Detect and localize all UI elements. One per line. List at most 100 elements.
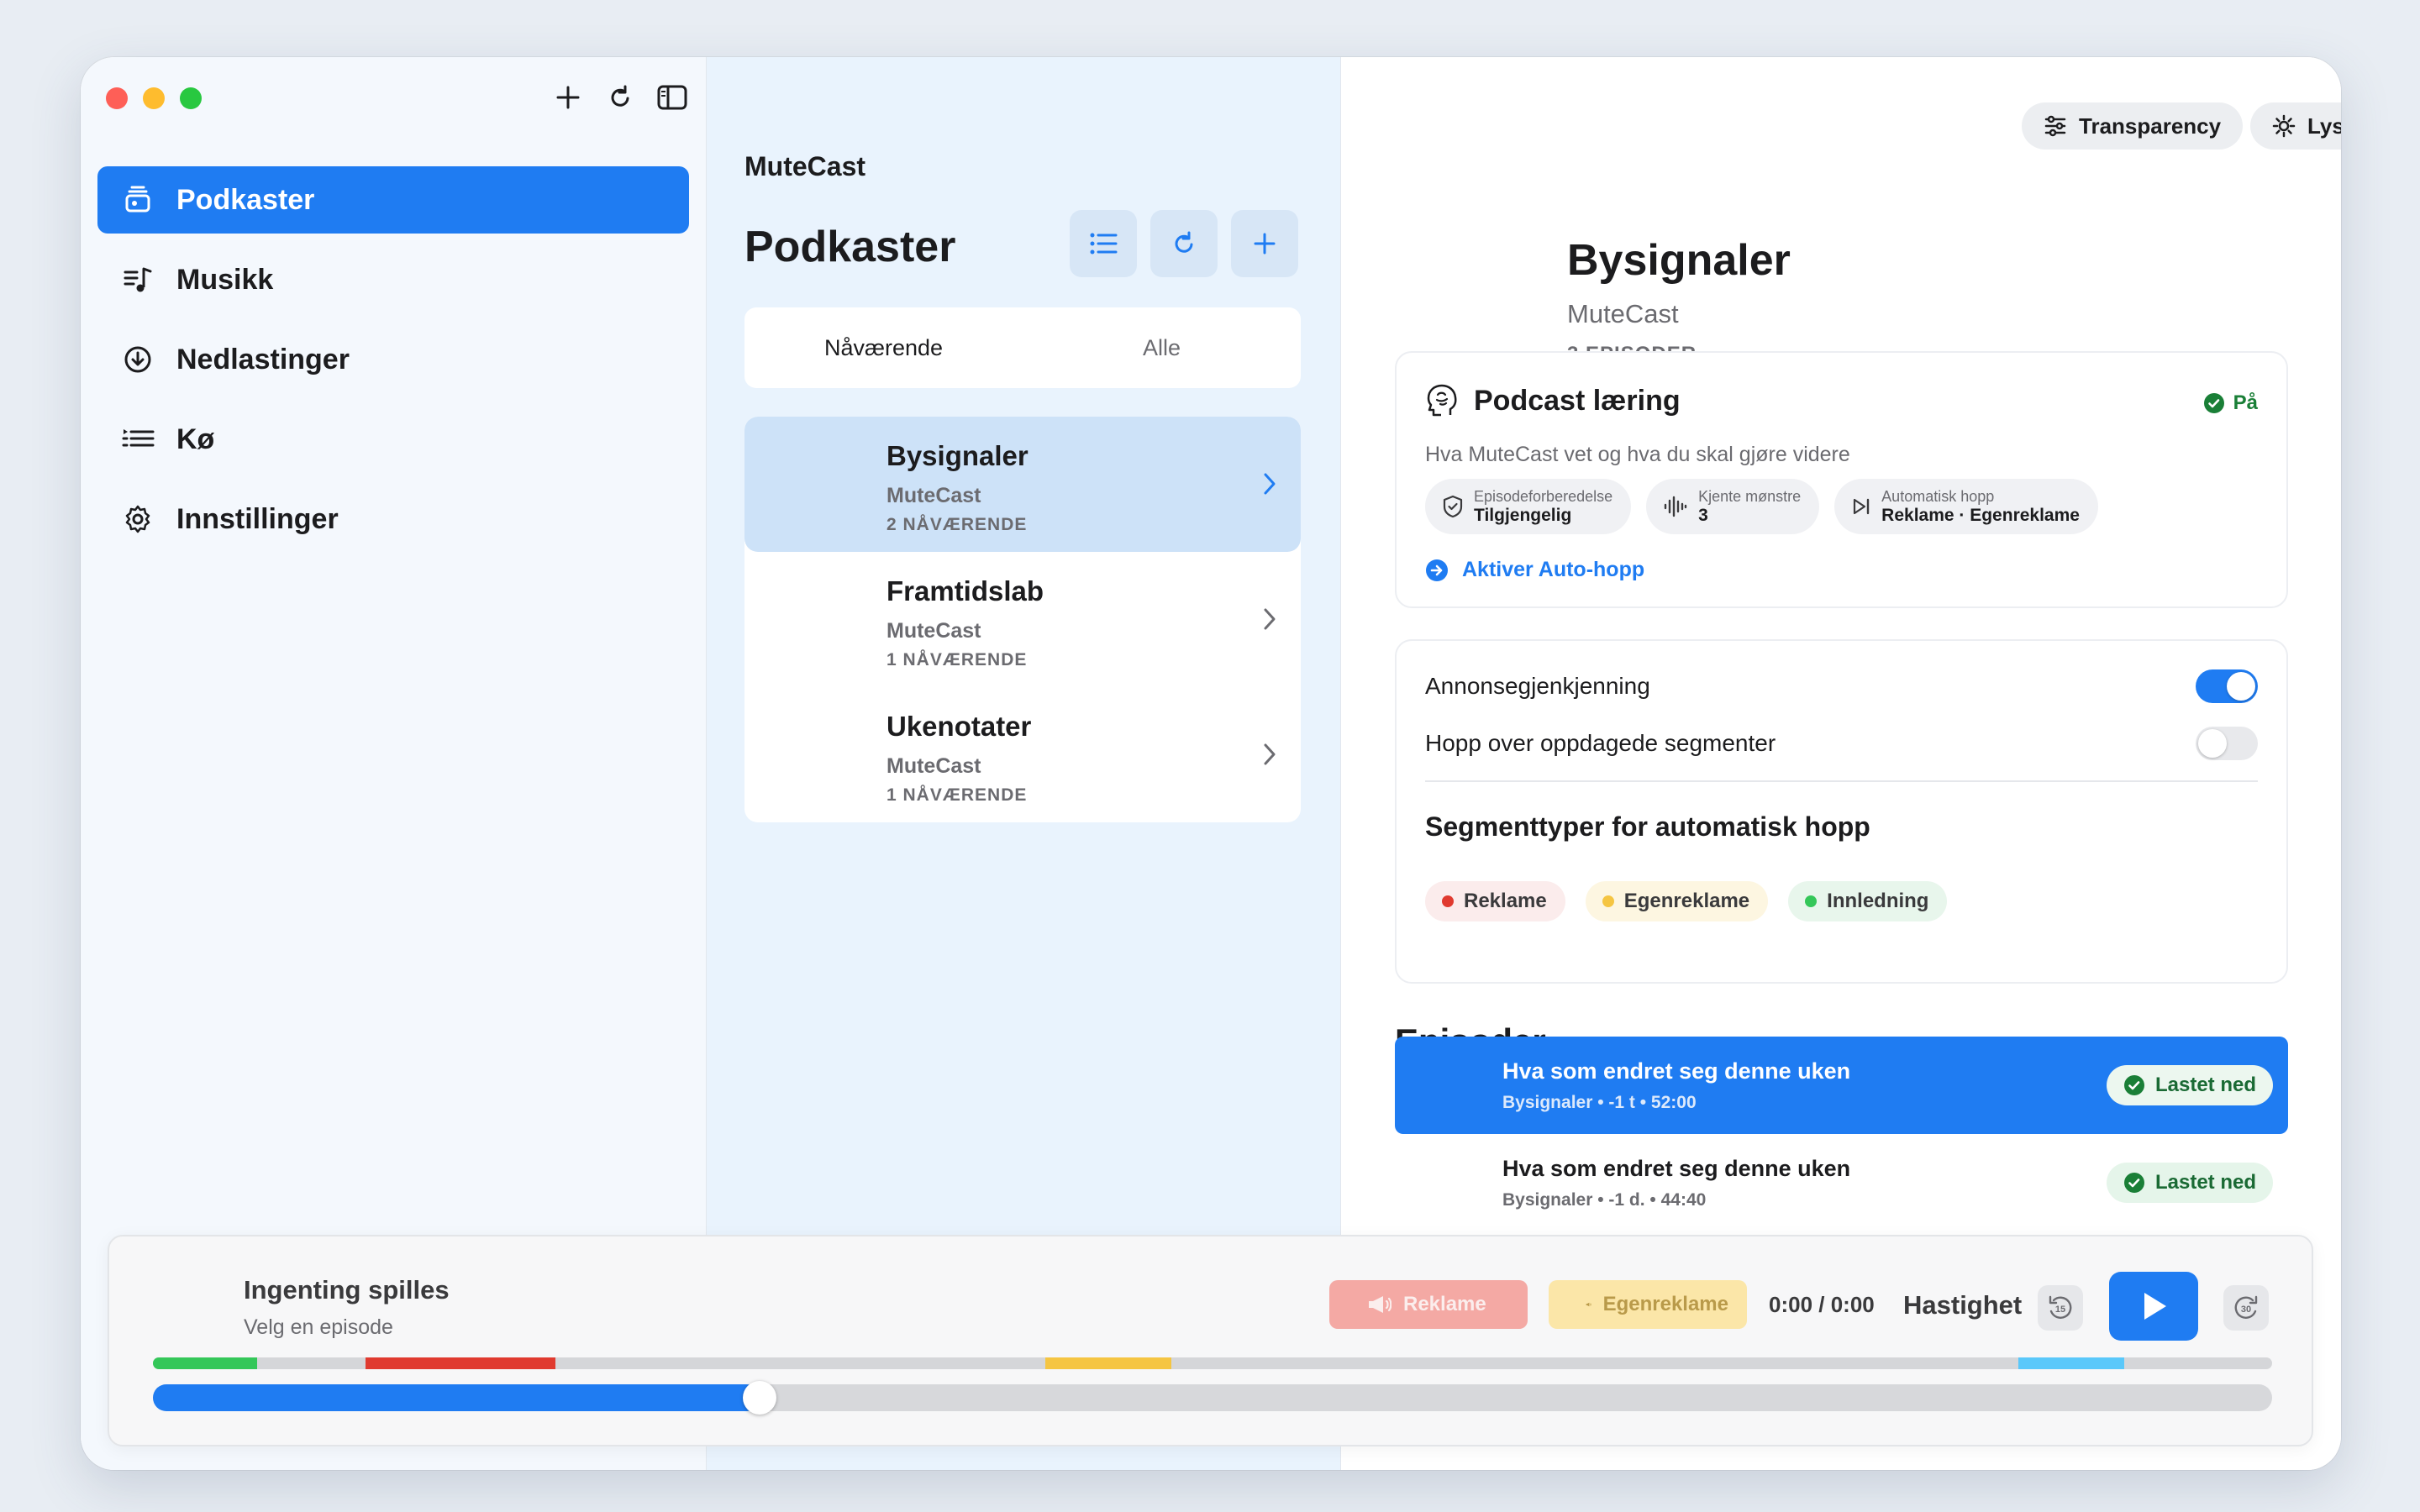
chip-key: Kjente mønstre — [1698, 487, 1802, 505]
list-actions — [1070, 210, 1298, 277]
segment-marker-ad — [366, 1357, 555, 1369]
check-circle-icon — [2123, 1075, 2144, 1095]
episode-title: Hva som endret seg denne uken — [1502, 1058, 1851, 1084]
minimize-window-button[interactable] — [143, 87, 165, 109]
zoom-window-button[interactable] — [180, 87, 202, 109]
skip-forward-button[interactable]: 30 — [2223, 1285, 2269, 1331]
chip-key: Automatisk hopp — [1881, 487, 1995, 505]
segment-chip-label: Reklame — [1464, 890, 1547, 912]
sidebar-item-label: Musikk — [176, 263, 274, 296]
waveform-icon — [1664, 496, 1687, 517]
megaphone-icon — [1369, 1296, 1392, 1313]
download-circle-icon — [121, 343, 155, 376]
add-icon[interactable] — [551, 81, 585, 114]
ad-detection-row: Annonsegjenkjenning — [1425, 669, 2258, 703]
ad-detection-label: Annonsegjenkjenning — [1425, 673, 1650, 699]
refresh-button[interactable] — [1150, 210, 1218, 277]
learning-header: Podcast læring — [1425, 383, 1681, 418]
podcast-publisher: MuteCast — [886, 754, 981, 778]
filter-segmented-control: Nåværende Alle — [744, 307, 1301, 388]
ad-settings-card: Annonsegjenkjenning Hopp over oppdagede … — [1395, 639, 2288, 984]
segment-chip-egenreklame[interactable]: Egenreklame — [1585, 881, 1769, 921]
shield-check-icon — [1443, 495, 1463, 518]
sliders-icon — [2044, 115, 2066, 137]
add-icon — [1254, 233, 1276, 255]
chevron-right-icon — [1257, 738, 1282, 771]
chevron-right-icon — [1257, 467, 1282, 501]
podcast-title: Ukenotater — [886, 711, 1032, 742]
segment-types-title: Segmenttyper for automatisk hopp — [1425, 811, 1870, 842]
check-circle-icon — [2123, 1173, 2144, 1193]
downloaded-label: Lastet ned — [2154, 1074, 2256, 1096]
scrubber-thumb[interactable] — [743, 1381, 776, 1415]
segment-type-chips: Reklame Egenreklame Innledning — [1425, 881, 1948, 921]
music-list-icon — [121, 263, 155, 297]
skip-segments-toggle[interactable] — [2196, 727, 2258, 760]
downloaded-badge: Lastet ned — [2106, 1065, 2273, 1105]
playback-scrubber[interactable] — [153, 1381, 2272, 1415]
now-playing-subtitle: Velg en episode — [244, 1315, 393, 1339]
segment-timeline — [153, 1357, 2272, 1369]
learning-chip: Episodeforberedelse Tilgjengelig — [1425, 479, 1632, 534]
sidebar-item-musikk[interactable]: Musikk — [97, 246, 689, 313]
sidebar-nav: Podkaster Musikk Nedlastinger Kø Innstil… — [97, 166, 689, 565]
sidebar-item-label: Podkaster — [176, 183, 315, 216]
skip-segments-label: Hopp over oppdagede segmenter — [1425, 730, 1776, 756]
playback-speed-button[interactable]: Hastighet — [1903, 1290, 2022, 1320]
gear-icon — [121, 502, 155, 536]
skip-back-button[interactable]: 15 — [2038, 1285, 2083, 1331]
learning-chip: Kjente mønstre 3 — [1646, 479, 1820, 534]
play-icon — [2144, 1293, 2166, 1320]
status-dot — [1442, 895, 1454, 907]
theme-button[interactable]: Lyst — [2250, 102, 2341, 150]
learning-status-label: På — [2233, 391, 2258, 414]
sidebar-item-ko[interactable]: Kø — [97, 406, 689, 473]
list-view-button[interactable] — [1070, 210, 1137, 277]
podcast-row[interactable]: Ukenotater MuteCast 1 NÅVÆRENDE — [744, 687, 1301, 822]
list-icon — [1090, 233, 1118, 255]
segment-marker-intro — [153, 1357, 257, 1369]
episode-row[interactable]: Hva som endret seg denne uken Bysignaler… — [1395, 1037, 2288, 1134]
segment-chip-innledning[interactable]: Innledning — [1788, 881, 1948, 921]
chip-value: Reklame · Egenreklame — [1881, 505, 2080, 525]
transparency-button[interactable]: Transparency — [2022, 102, 2244, 150]
podcast-publisher: MuteCast — [886, 619, 981, 643]
sidebar-item-label: Innstillinger — [176, 502, 339, 535]
segment-current[interactable]: Nåværende — [744, 335, 1023, 361]
downloaded-badge: Lastet ned — [2106, 1163, 2273, 1203]
ad-detection-toggle[interactable] — [2196, 669, 2258, 703]
megaphone-icon — [1586, 1302, 1591, 1307]
podcast-row[interactable]: Framtidslab MuteCast 1 NÅVÆRENDE — [744, 552, 1301, 687]
skip-back-seconds: 15 — [2055, 1305, 2065, 1315]
refresh-icon[interactable] — [603, 81, 637, 114]
skip-self-promo-button[interactable]: Egenreklame — [1549, 1280, 1747, 1329]
close-window-button[interactable] — [106, 87, 128, 109]
add-podcast-button[interactable] — [1231, 210, 1298, 277]
brain-head-icon — [1427, 384, 1457, 417]
arrow-right-circle-icon — [1426, 559, 1448, 581]
podcast-count: 2 NÅVÆRENDE — [886, 515, 1028, 534]
podcast-title: Bysignaler — [886, 440, 1028, 471]
sidebar-toggle-icon[interactable] — [655, 81, 689, 114]
skip-forward-seconds: 30 — [2241, 1305, 2251, 1315]
segment-chip-reklame[interactable]: Reklame — [1425, 881, 1565, 921]
podcast-row[interactable]: Bysignaler MuteCast 2 NÅVÆRENDE — [744, 417, 1301, 552]
skip-ad-button[interactable]: Reklame — [1329, 1280, 1528, 1329]
toggle-knob — [2227, 672, 2255, 701]
status-dot — [1805, 895, 1818, 907]
sidebar-item-label: Kø — [176, 423, 215, 455]
episode-row[interactable]: Hva som endret seg denne uken Bysignaler… — [1395, 1134, 2288, 1231]
sidebar-item-nedlastinger[interactable]: Nedlastinger — [97, 326, 689, 393]
sidebar-item-innstillinger[interactable]: Innstillinger — [97, 486, 689, 553]
learning-title: Podcast læring — [1474, 384, 1681, 417]
sidebar-item-label: Nedlastinger — [176, 343, 350, 375]
learning-status: På — [2203, 391, 2258, 415]
segment-all[interactable]: Alle — [1023, 335, 1301, 361]
page-title: Podkaster — [744, 223, 956, 271]
sidebar-item-podkaster[interactable]: Podkaster — [97, 166, 689, 234]
chip-value: Tilgjengelig — [1474, 505, 1572, 525]
chevron-right-icon — [1257, 602, 1282, 636]
enable-auto-skip-link[interactable]: Aktiver Auto-hopp — [1425, 558, 1644, 582]
play-button[interactable] — [2109, 1272, 2198, 1341]
window-controls — [106, 87, 202, 109]
